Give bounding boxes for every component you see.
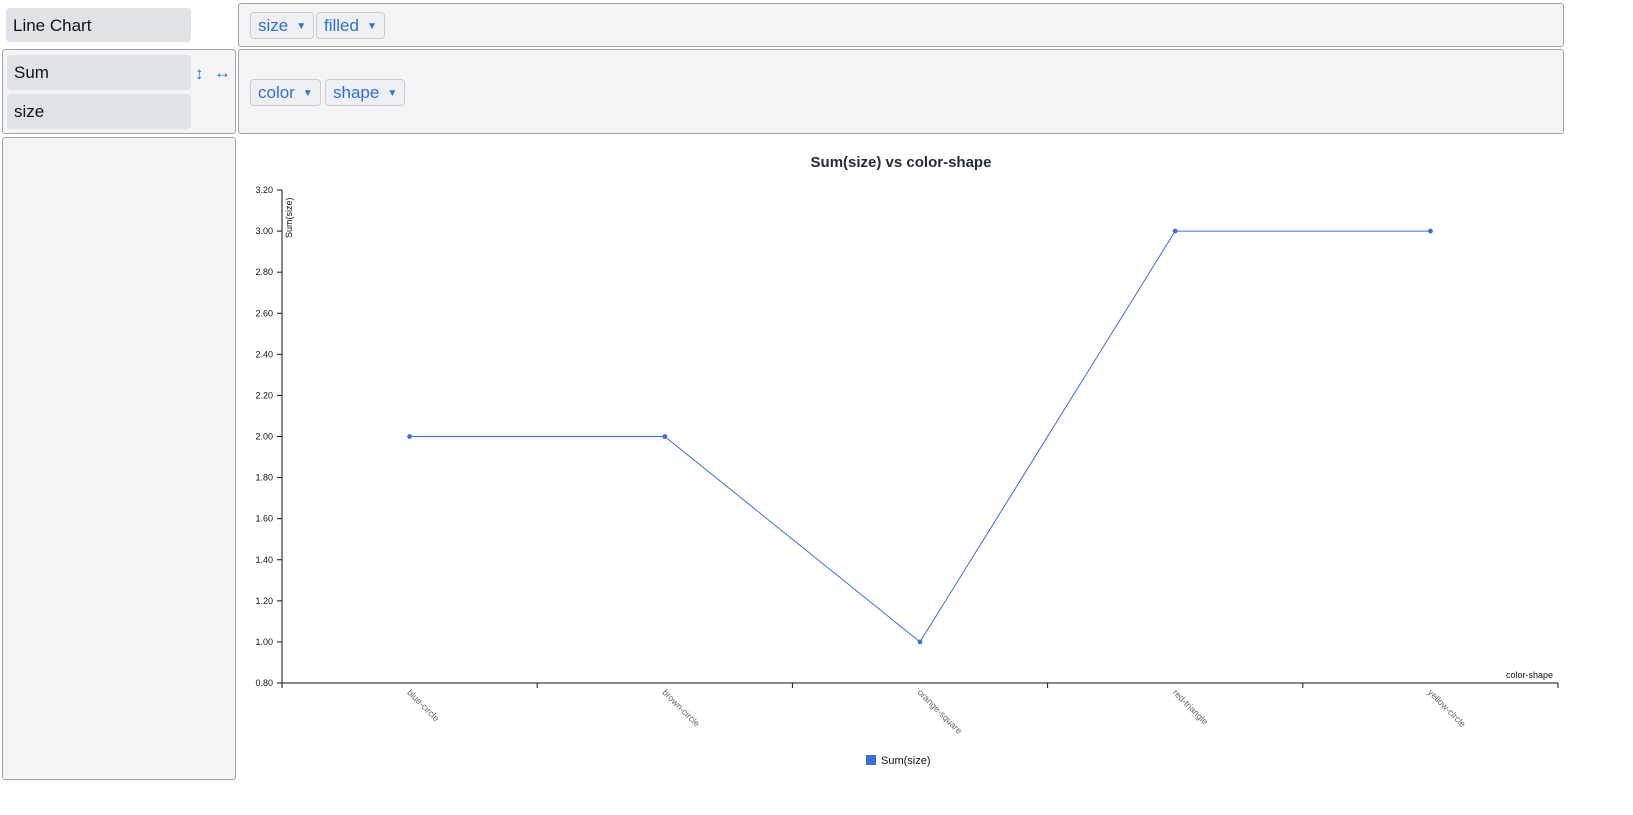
caret-down-icon: ▼	[366, 21, 377, 32]
x-tick-label: brown-circle	[660, 687, 701, 728]
y-axis: 0.80 1.00 1.20 1.40 1.60 1.80 2.00 2.20 2.40 2.60…	[255, 185, 283, 688]
y-tick-label: 2.40	[255, 349, 273, 359]
aggregation-panel: Sum ↕ ↔ size	[2, 49, 236, 134]
series-line-group	[407, 228, 1433, 645]
caret-down-icon: ▼	[296, 21, 307, 32]
legend-label: Sum(size)	[881, 755, 931, 767]
y-tick-label: 2.00	[255, 432, 273, 442]
legend-swatch	[866, 755, 876, 765]
y-tick-label: 0.80	[255, 678, 273, 688]
y-tick-label: 2.80	[255, 267, 273, 277]
filter-pill-filled[interactable]: filled ▼	[316, 12, 385, 39]
group-pill-shape[interactable]: shape ▼	[325, 79, 406, 106]
horizontal-arrows-icon[interactable]: ↔	[214, 63, 231, 83]
data-point	[662, 434, 668, 439]
caret-down-icon: ▼	[387, 88, 398, 99]
y-tick-label: 2.60	[255, 308, 273, 318]
y-tick-label: 3.20	[255, 185, 273, 195]
y-tick-label: 2.20	[255, 390, 273, 400]
chart-type-button[interactable]: Line Chart	[6, 8, 191, 42]
filter-pill-size[interactable]: size ▼	[250, 12, 315, 39]
pill-label: filled	[324, 16, 359, 35]
group-row-panel: color ▼ shape ▼	[238, 49, 1564, 134]
group-pill-color[interactable]: color ▼	[250, 79, 321, 106]
data-point	[917, 639, 923, 645]
vertical-arrows-icon[interactable]: ↕	[195, 64, 204, 84]
filter-row-panel: size ▼ filled ▼	[238, 3, 1564, 47]
series-line	[409, 230, 1431, 643]
y-tick-label: 1.20	[255, 596, 273, 606]
x-tick-label: blue-circle	[405, 687, 441, 723]
data-point	[1428, 228, 1433, 234]
pill-label: size	[258, 16, 289, 35]
x-axis: blue-circle brown-circle orange-square red-…	[281, 682, 1559, 736]
x-axis-label: color-shape	[1506, 670, 1553, 680]
line-chart: Sum(size) vs color-shape 0.80 1.00 1.20 1.4…	[255, 154, 1559, 767]
y-tick-label: 1.60	[255, 514, 273, 524]
legend: Sum(size)	[866, 755, 931, 767]
y-tick-label: 1.40	[255, 555, 273, 565]
pill-label: color	[258, 83, 295, 102]
field-list-panel	[2, 137, 236, 780]
y-tick-label: 1.00	[255, 637, 273, 647]
y-axis-label: Sum(size)	[284, 197, 294, 238]
aggregation-field-button[interactable]: size	[7, 94, 191, 129]
aggregation-function-button[interactable]: Sum	[7, 55, 191, 90]
data-point	[1172, 228, 1178, 234]
y-tick-label: 1.80	[255, 473, 273, 483]
x-tick-label: yellow-circle	[1426, 687, 1468, 729]
caret-down-icon: ▼	[302, 88, 313, 99]
pill-label: shape	[333, 83, 380, 102]
x-tick-label: orange-square	[916, 687, 964, 735]
x-tick-label: red-triangle	[1171, 687, 1210, 726]
y-tick-label: 3.00	[255, 226, 273, 236]
data-point	[407, 434, 412, 439]
chart-title: Sum(size) vs color-shape	[811, 154, 992, 171]
